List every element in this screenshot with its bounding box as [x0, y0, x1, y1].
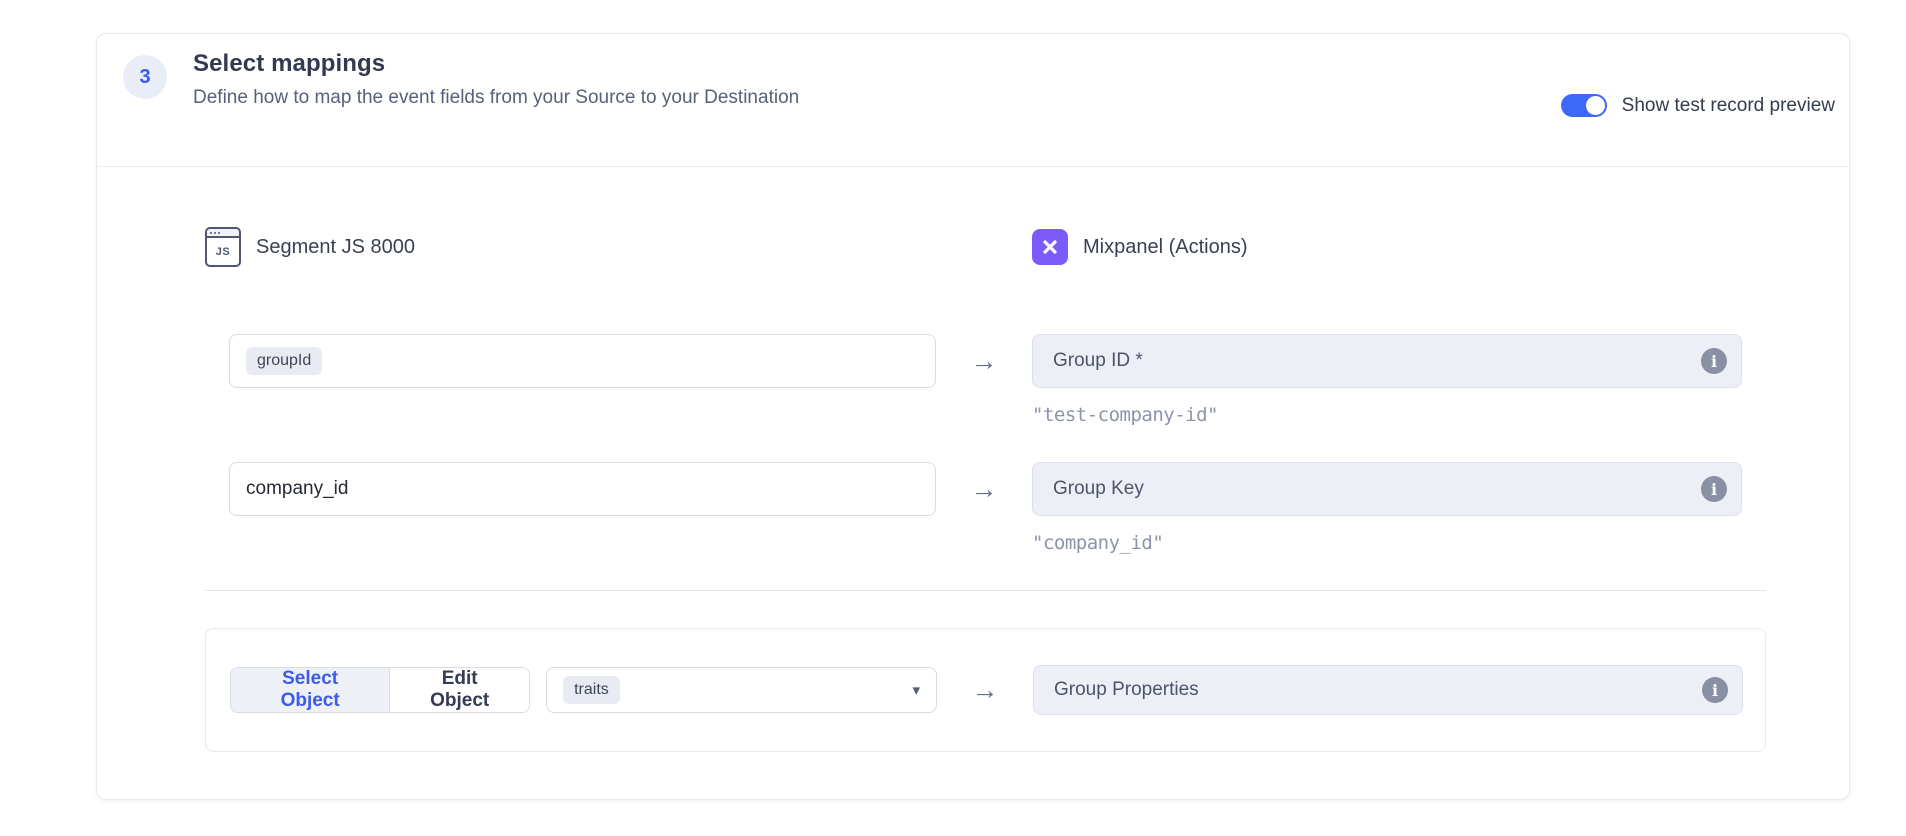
destination-field-group-key: Group Key i: [1032, 462, 1742, 516]
step-number-badge: 3: [123, 55, 167, 99]
mixpanel-icon: [1032, 229, 1068, 265]
toggle-knob: [1586, 96, 1605, 115]
destination-field-group-properties: Group Properties i: [1033, 665, 1743, 715]
header-text: Select mappings Define how to map the ev…: [193, 50, 799, 109]
selected-object-chip[interactable]: traits: [563, 676, 620, 704]
card-header: 3 Select mappings Define how to map the …: [97, 34, 1849, 167]
source-field-text-input[interactable]: [246, 478, 919, 500]
destination-field-group-id: Group ID * i: [1032, 334, 1742, 388]
source-name: Segment JS 8000: [256, 236, 415, 259]
mapping-arrow-icon: →: [936, 346, 1032, 377]
test-preview-value: "company_id": [1032, 532, 1742, 554]
object-select-dropdown[interactable]: traits ▾: [546, 667, 937, 713]
preview-row: "test-company-id": [205, 402, 1849, 428]
browser-js-icon: JS: [205, 227, 241, 267]
toggle-label: Show test record preview: [1622, 95, 1835, 117]
edit-object-button[interactable]: Edit Object: [390, 668, 529, 712]
info-icon[interactable]: i: [1701, 476, 1727, 502]
destination-endpoint: Mixpanel (Actions): [1032, 229, 1742, 265]
select-mappings-card: 3 Select mappings Define how to map the …: [96, 33, 1850, 800]
mapping-arrow-icon: →: [937, 675, 1033, 706]
object-controls: Select Object Edit Object traits ▾: [230, 667, 937, 713]
mapping-row: → Group Key i: [205, 462, 1849, 516]
object-mapping-box: Select Object Edit Object traits ▾ → Gro…: [205, 628, 1766, 752]
info-icon[interactable]: i: [1702, 677, 1728, 703]
show-test-record-toggle[interactable]: [1561, 94, 1607, 117]
test-record-toggle-group: Show test record preview: [1561, 94, 1835, 117]
field-token-chip[interactable]: groupId: [246, 347, 322, 375]
source-field-input-company-id[interactable]: [229, 462, 936, 516]
source-field-input-groupid[interactable]: groupId: [229, 334, 936, 388]
page-subtitle: Define how to map the event fields from …: [193, 87, 799, 109]
mapping-row: groupId → Group ID * i: [205, 334, 1849, 388]
browser-icon-topbar: [207, 229, 239, 238]
info-icon[interactable]: i: [1701, 348, 1727, 374]
object-mode-segmented-control: Select Object Edit Object: [230, 667, 530, 713]
browser-icon-js-label: JS: [207, 238, 239, 265]
destination-field-label: Group ID *: [1053, 350, 1701, 372]
page-title: Select mappings: [193, 50, 799, 78]
destination-name: Mixpanel (Actions): [1083, 236, 1248, 259]
page: 3 Select mappings Define how to map the …: [0, 0, 1906, 836]
test-preview-value: "test-company-id": [1032, 404, 1742, 426]
mapping-arrow-icon: →: [936, 474, 1032, 505]
mappings-body: JS Segment JS 8000 Mixpanel (Actions): [97, 227, 1849, 752]
chevron-down-icon: ▾: [912, 681, 920, 699]
destination-field-label: Group Properties: [1054, 679, 1702, 701]
destination-field-label: Group Key: [1053, 478, 1701, 500]
select-object-button[interactable]: Select Object: [231, 668, 390, 712]
source-endpoint: JS Segment JS 8000: [205, 227, 936, 267]
preview-row: "company_id": [205, 530, 1849, 556]
endpoint-headers: JS Segment JS 8000 Mixpanel (Actions): [205, 227, 1849, 267]
section-divider: [205, 590, 1766, 591]
